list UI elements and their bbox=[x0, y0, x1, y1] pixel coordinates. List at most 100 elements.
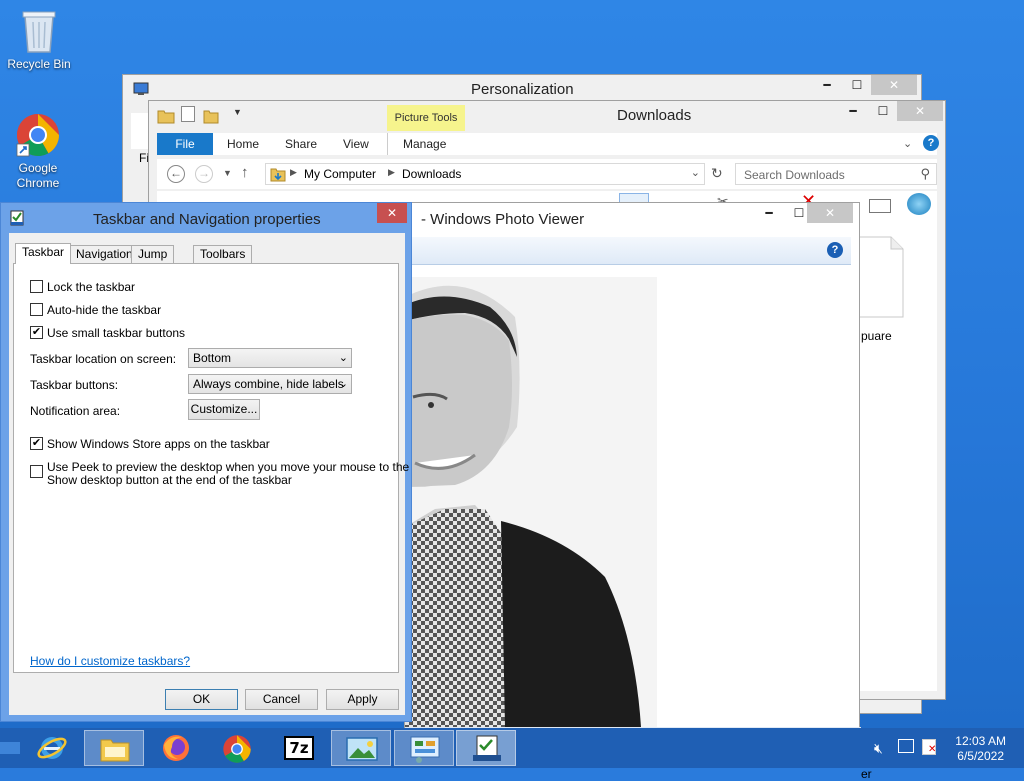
photo-viewer-window: - Windows Photo Viewer ━ ☐ ✕ ? bbox=[404, 202, 861, 731]
close-button[interactable]: ✕ bbox=[807, 203, 853, 223]
close-button[interactable]: ✕ bbox=[897, 101, 943, 121]
personalization-icon bbox=[133, 82, 149, 95]
explorer-titlebar[interactable]: ▼ Picture Tools Downloads ━ ☐ ✕ bbox=[149, 101, 945, 131]
taskbar-photo-viewer[interactable] bbox=[331, 730, 391, 766]
desktop-icon-label: Recycle Bin bbox=[7, 57, 71, 71]
taskbar-file-explorer[interactable] bbox=[84, 730, 144, 766]
desktop-icon-label: Google Chrome bbox=[16, 161, 60, 190]
taskbar-properties-icon bbox=[10, 210, 24, 226]
close-button[interactable]: ✕ bbox=[377, 203, 407, 223]
taskbar-firefox[interactable] bbox=[146, 730, 206, 766]
taskbar-internet-explorer[interactable] bbox=[22, 730, 82, 766]
maximize-button[interactable]: ☐ bbox=[869, 101, 897, 121]
new-folder-quick-icon[interactable] bbox=[203, 108, 219, 124]
apply-button[interactable]: Apply bbox=[326, 689, 399, 710]
photo-viewer-titlebar[interactable]: - Windows Photo Viewer ━ ☐ ✕ bbox=[405, 203, 859, 231]
location-label: Taskbar location on screen: bbox=[30, 352, 177, 366]
dialog-title: Taskbar and Navigation properties bbox=[93, 211, 321, 228]
clock-time: 12:03 AM bbox=[955, 734, 1006, 748]
network-icon[interactable] bbox=[898, 739, 914, 753]
ok-button[interactable]: OK bbox=[165, 689, 238, 710]
photo-viewer-menu-bar: ? bbox=[405, 237, 851, 265]
small-buttons-checkbox[interactable]: ✔ bbox=[30, 326, 43, 339]
breadcrumb-separator-icon: ▶ bbox=[290, 167, 297, 177]
taskbar-control-panel[interactable] bbox=[394, 730, 454, 766]
quick-access-dropdown-icon[interactable]: ▼ bbox=[233, 107, 242, 117]
search-icon[interactable]: ⚲ bbox=[920, 166, 930, 182]
shell-icon[interactable] bbox=[907, 193, 931, 215]
up-button[interactable]: ↑ bbox=[241, 164, 249, 181]
cancel-button[interactable]: Cancel bbox=[245, 689, 318, 710]
system-clock[interactable]: 12:03 AM 6/5/2022 bbox=[955, 734, 1006, 764]
close-button[interactable]: ✕ bbox=[871, 75, 917, 95]
tab-view[interactable]: View bbox=[343, 133, 369, 155]
breadcrumb-separator-icon: ▶ bbox=[388, 167, 395, 177]
portrait-photo-image bbox=[405, 277, 657, 727]
breadcrumb-my-computer[interactable]: My Computer bbox=[304, 167, 376, 181]
file-thumbnail-icon[interactable] bbox=[853, 235, 905, 319]
window-title: Downloads bbox=[617, 107, 692, 124]
peek-checkbox[interactable] bbox=[30, 465, 43, 478]
back-button[interactable]: ← bbox=[167, 165, 185, 183]
tab-jump-lists[interactable]: Jump Lists bbox=[131, 245, 175, 277]
address-box[interactable]: ▶ My Computer ▶ Downloads ⌄ bbox=[265, 163, 705, 185]
ribbon-divider bbox=[387, 133, 388, 155]
lock-taskbar-checkbox[interactable] bbox=[30, 280, 43, 293]
downloads-folder-icon bbox=[270, 168, 286, 182]
taskbar-location-select[interactable]: Bottom ⌄ bbox=[188, 348, 352, 368]
taskbar-tab-panel: Lock the taskbar Auto-hide the taskbar ✔… bbox=[13, 263, 409, 673]
minimize-button[interactable]: ━ bbox=[839, 101, 867, 121]
tab-share[interactable]: Share bbox=[285, 133, 317, 155]
search-input[interactable]: Search Downloads ⚲ bbox=[735, 163, 937, 185]
select-value: Bottom bbox=[193, 351, 232, 365]
refresh-icon[interactable]: ↻ bbox=[711, 165, 723, 182]
customize-button[interactable]: Customize... bbox=[188, 399, 260, 420]
tab-toolbars[interactable]: Toolbars bbox=[193, 245, 253, 263]
store-apps-checkbox[interactable]: ✔ bbox=[30, 437, 43, 450]
photo-display[interactable] bbox=[405, 277, 657, 727]
photo-viewer-icon bbox=[346, 737, 378, 761]
select-value: Always combine, hide labels bbox=[193, 377, 344, 391]
dialog-titlebar[interactable]: Taskbar and Navigation properties ✕ bbox=[1, 203, 411, 231]
tab-navigation[interactable]: Navigation bbox=[69, 245, 140, 263]
internet-explorer-icon bbox=[37, 737, 67, 759]
help-icon[interactable]: ? bbox=[827, 242, 843, 258]
address-bar-row: ← → ▼ ↑ ▶ My Computer ▶ Downloads ⌄ ↻ Se… bbox=[157, 159, 937, 189]
rename-icon[interactable] bbox=[869, 199, 891, 213]
personalization-titlebar[interactable]: Personalization ━ ☐ ✕ bbox=[123, 75, 921, 103]
help-link[interactable]: How do I customize taskbars? bbox=[30, 654, 190, 668]
tab-manage[interactable]: Manage bbox=[403, 133, 446, 155]
maximize-button[interactable]: ☐ bbox=[843, 75, 871, 95]
ribbon-tabs: File Home Share View Manage ⌄ ? bbox=[157, 133, 939, 155]
tab-taskbar[interactable]: Taskbar bbox=[15, 243, 72, 264]
checkbox-label: Use small taskbar buttons bbox=[47, 326, 186, 340]
help-icon[interactable]: ? bbox=[923, 135, 939, 151]
address-dropdown-icon[interactable]: ⌄ bbox=[691, 166, 700, 179]
file-explorer-icon bbox=[100, 739, 130, 762]
breadcrumb-downloads[interactable]: Downloads bbox=[402, 167, 461, 181]
start-edge[interactable] bbox=[0, 742, 20, 754]
tab-home[interactable]: Home bbox=[227, 133, 259, 155]
tab-file[interactable]: File bbox=[157, 133, 213, 155]
action-center-icon[interactable]: ✕ bbox=[922, 739, 936, 755]
minimize-button[interactable]: ━ bbox=[813, 75, 841, 95]
properties-quick-icon[interactable] bbox=[181, 106, 195, 122]
volume-muted-icon[interactable]: 🔇︎ bbox=[874, 740, 883, 757]
recent-locations-icon[interactable]: ▼ bbox=[223, 168, 232, 178]
checkbox-label: Auto-hide the taskbar bbox=[47, 303, 162, 317]
auto-hide-checkbox[interactable] bbox=[30, 303, 43, 316]
file-name-label[interactable]: puare bbox=[861, 329, 892, 343]
taskbar-7zip[interactable]: 7z bbox=[268, 730, 328, 766]
folder-icon bbox=[157, 110, 175, 124]
forward-button[interactable]: → bbox=[195, 165, 213, 183]
7zip-icon: 7z bbox=[284, 736, 314, 760]
minimize-button[interactable]: ━ bbox=[755, 203, 783, 223]
picture-tools-context-label: Picture Tools bbox=[387, 105, 465, 131]
taskbar-chrome[interactable] bbox=[207, 730, 267, 766]
taskbar-buttons-select[interactable]: Always combine, hide labels ⌄ bbox=[188, 374, 352, 394]
expand-ribbon-icon[interactable]: ⌄ bbox=[903, 137, 912, 150]
desktop-icon-google-chrome[interactable]: Google Chrome bbox=[0, 112, 76, 191]
taskbar-taskbar-properties[interactable] bbox=[456, 730, 516, 766]
checkbox-label: Lock the taskbar bbox=[47, 280, 136, 294]
desktop-icon-recycle-bin[interactable]: Recycle Bin bbox=[1, 8, 77, 72]
